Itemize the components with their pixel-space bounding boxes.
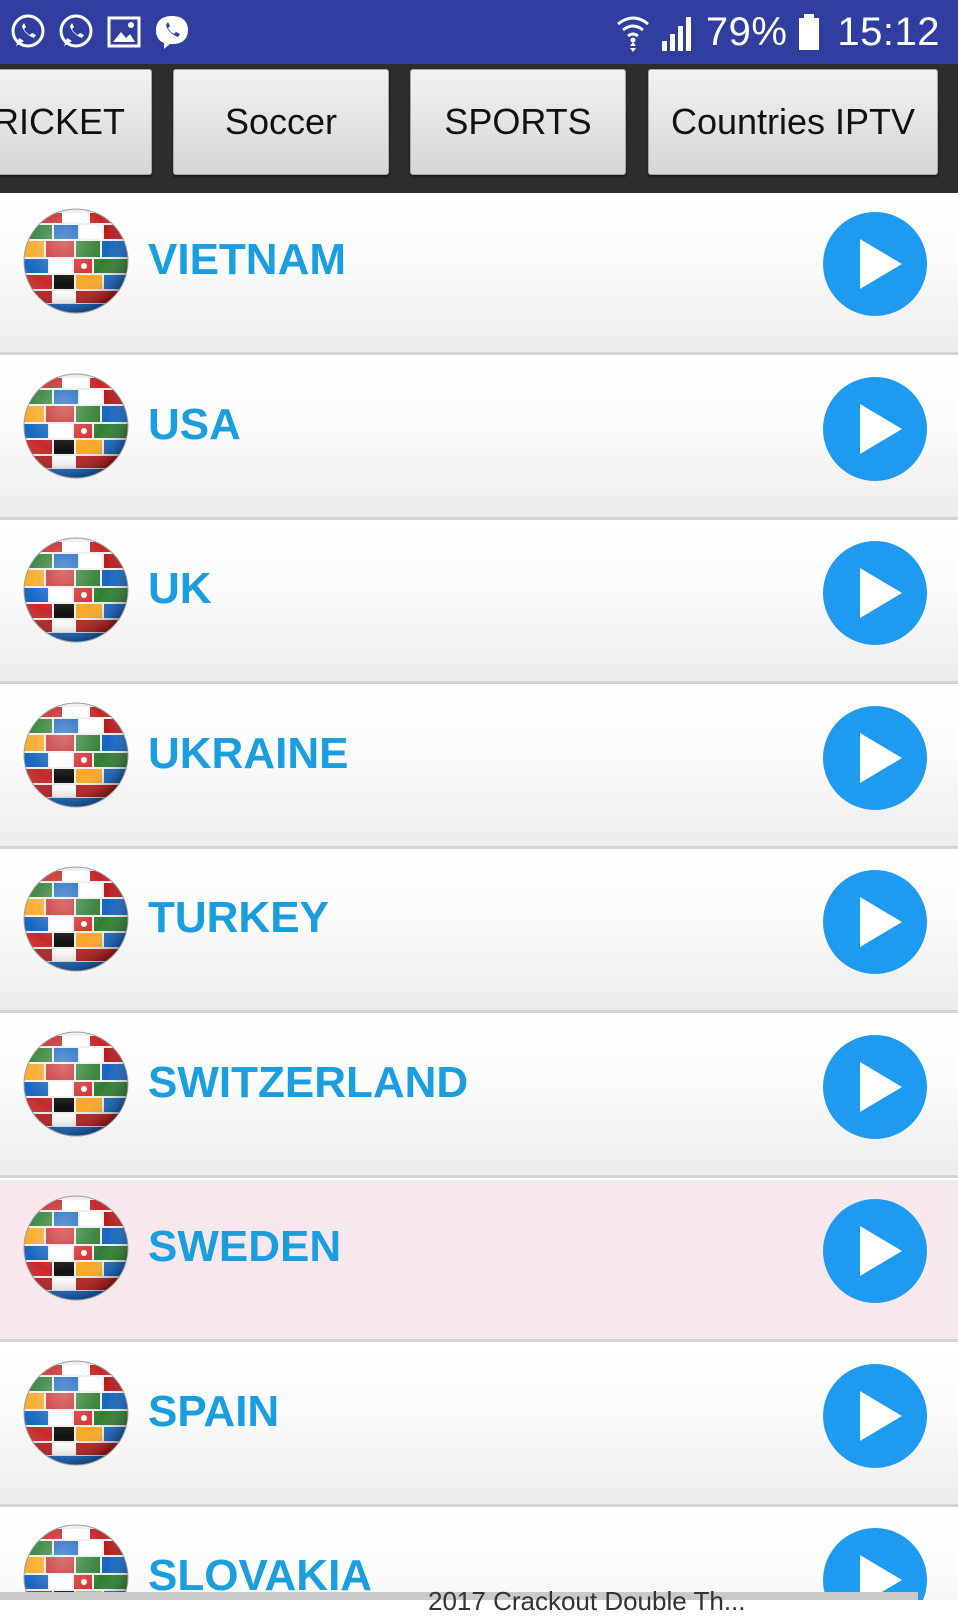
country-name: SWITZERLAND [148, 1058, 469, 1107]
world-flags-globe-icon [22, 1523, 130, 1600]
channel-row[interactable]: UKRAINE [0, 687, 958, 849]
battery-icon [799, 14, 820, 50]
world-flags-globe-icon [22, 701, 130, 809]
signal-icon [661, 17, 691, 51]
country-name: UKRAINE [148, 729, 349, 778]
play-button-icon[interactable] [822, 1198, 928, 1304]
world-flags-globe-icon [22, 1359, 130, 1467]
battery-percentage: 79% [705, 9, 788, 54]
world-flags-globe-icon [22, 536, 130, 644]
whatsapp-icon [59, 14, 93, 48]
country-name: USA [148, 400, 241, 449]
play-button-icon[interactable] [822, 376, 928, 482]
country-name: SWEDEN [148, 1222, 342, 1271]
channel-row[interactable]: VIETNAM [0, 193, 958, 355]
notification-icons [8, 12, 192, 52]
channel-row[interactable]: USA [0, 358, 958, 520]
play-button-icon[interactable] [822, 540, 928, 646]
whatsapp-icon [11, 14, 45, 48]
country-name: VIETNAM [148, 235, 346, 284]
country-name: TURKEY [148, 893, 329, 942]
channel-row[interactable]: SWEDEN [0, 1180, 958, 1342]
play-button-icon[interactable] [822, 1034, 928, 1140]
play-button-icon[interactable] [822, 1363, 928, 1469]
status-bar: 79% 15:12 [0, 0, 958, 64]
play-button-icon[interactable] [822, 705, 928, 811]
world-flags-globe-icon [22, 207, 130, 315]
world-flags-globe-icon [22, 1194, 130, 1302]
channel-row[interactable]: TURKEY [0, 851, 958, 1013]
system-indicators: 79% 15:12 [616, 6, 940, 58]
world-flags-globe-icon [22, 372, 130, 480]
play-button-icon[interactable] [822, 1527, 928, 1600]
country-name: SPAIN [148, 1387, 280, 1436]
channel-row[interactable]: SPAIN [0, 1345, 958, 1507]
world-flags-globe-icon [22, 1030, 130, 1138]
footer-text: 2017 Crackout Double Th... [428, 1586, 746, 1616]
category-tab-bar: RICKET Soccer SPORTS Countries IPTV [0, 64, 958, 193]
tab-soccer[interactable]: Soccer [173, 69, 389, 175]
tab-countries-iptv[interactable]: Countries IPTV [648, 69, 938, 175]
play-button-icon[interactable] [822, 211, 928, 317]
image-icon [107, 16, 141, 48]
tab-sports[interactable]: SPORTS [410, 69, 626, 175]
tab-cricket[interactable]: RICKET [0, 69, 152, 175]
channel-row[interactable]: SWITZERLAND [0, 1016, 958, 1178]
wifi-icon [616, 16, 649, 52]
viber-icon [156, 16, 188, 49]
clock: 15:12 [837, 9, 940, 54]
channel-row[interactable]: UK [0, 522, 958, 684]
world-flags-globe-icon [22, 865, 130, 973]
play-button-icon[interactable] [822, 869, 928, 975]
country-name: UK [148, 564, 212, 613]
country-channel-list[interactable]: VIETNAM USA UK UKRAINE TURKEY SWITZERLAND SWED… [0, 193, 958, 1600]
